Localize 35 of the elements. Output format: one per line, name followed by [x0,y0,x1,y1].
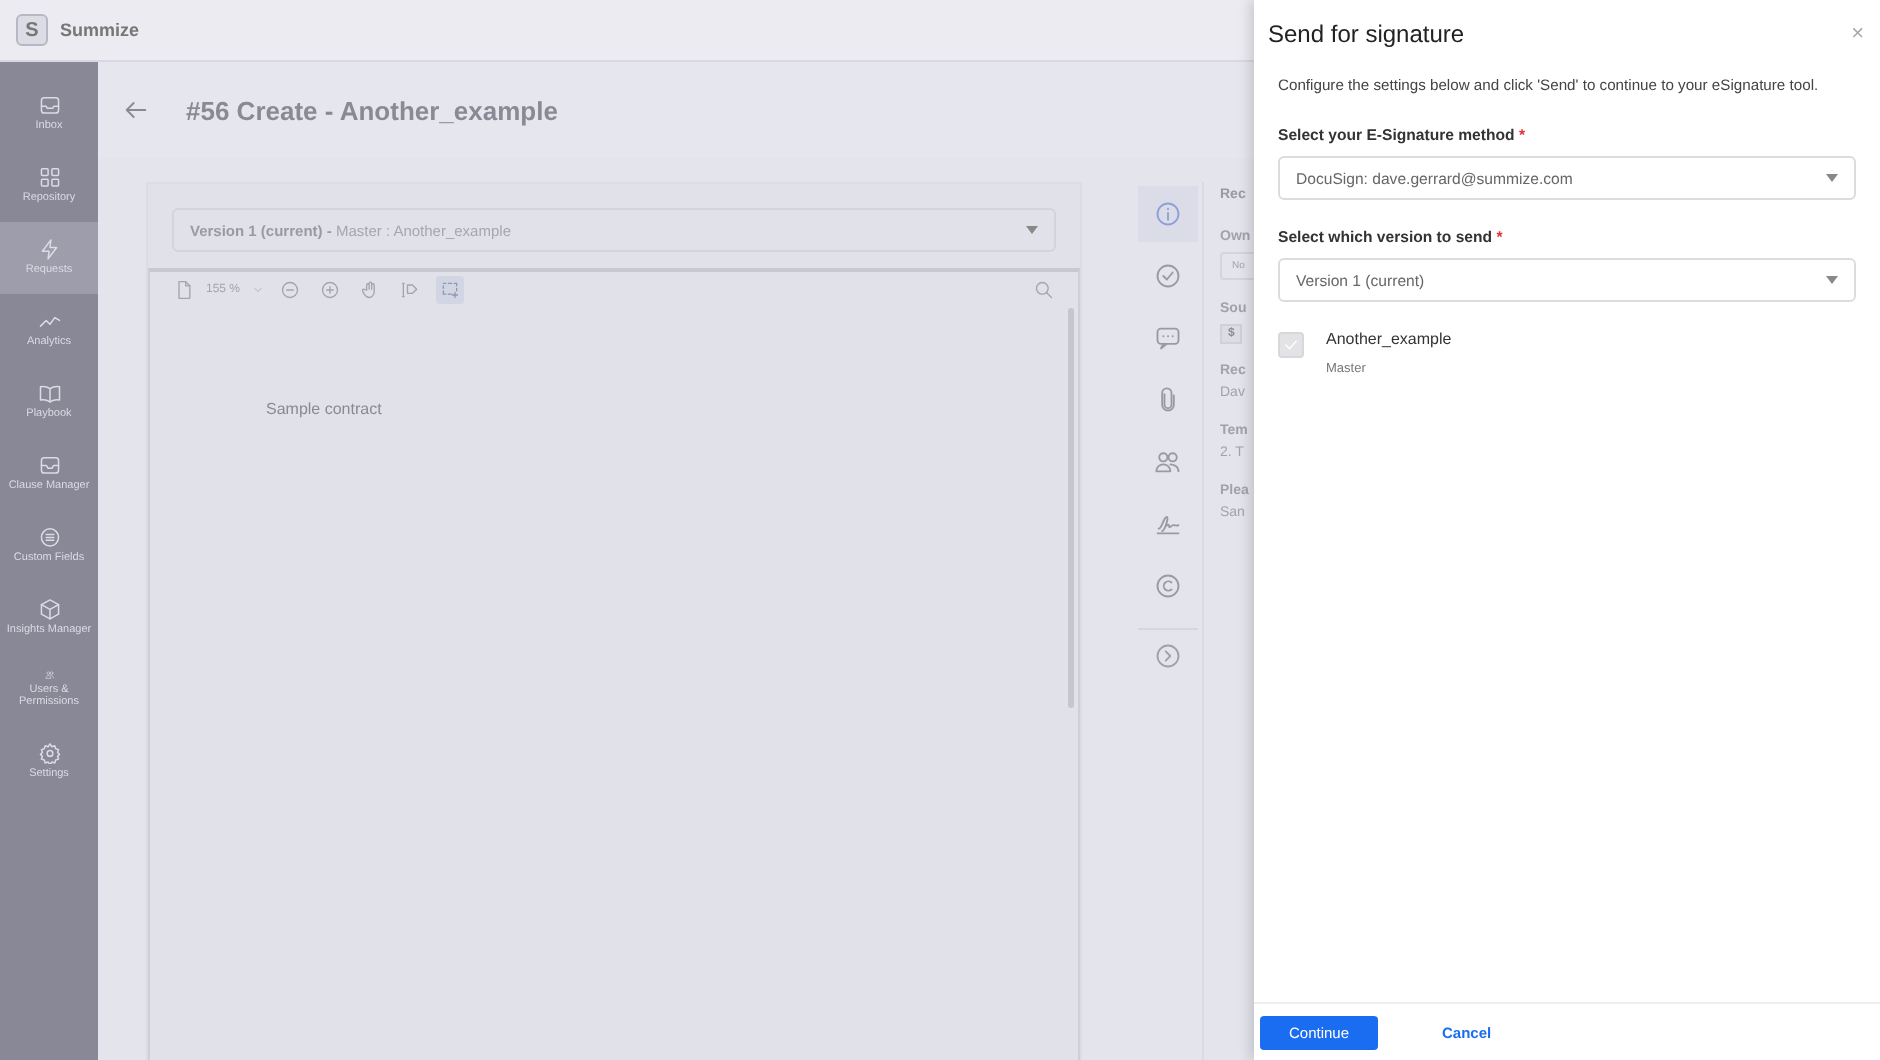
inbox-icon [37,94,61,117]
marquee-select-tool[interactable] [436,276,465,304]
back-arrow-icon [122,96,150,124]
grid-icon [37,166,61,189]
file-icon [174,280,194,300]
document-name: Another_example [1326,330,1452,348]
check-circle-icon [1154,261,1182,289]
copyright-icon [1154,571,1182,599]
cube-icon [37,598,61,621]
marquee-select-icon [440,280,461,300]
chevron-down-icon [252,284,265,296]
book-icon [37,382,61,405]
info-icon [1154,199,1182,227]
checkmark-icon [1282,336,1300,354]
tray-icon [37,454,61,477]
info-tab[interactable] [1138,185,1198,241]
hand-icon [360,280,381,300]
caret-icon [1826,276,1838,284]
search-icon [1034,280,1054,300]
zoom-in-icon [320,280,341,300]
app-name: Summize [60,20,140,40]
close-button[interactable]: × [1851,20,1864,48]
chat-icon [1154,323,1182,351]
dialog-title: Send for signature [1268,20,1465,48]
caret-icon [1026,226,1038,234]
text-select-icon [400,280,421,300]
zoom-out-icon [280,280,301,300]
list-circle-icon [37,526,61,549]
page-title: #56 Create - Another_example [186,95,558,125]
app-logo: S [16,14,48,46]
document-text: Sample contract [266,400,382,422]
settings-icon [37,742,61,765]
caret-icon [1826,174,1838,182]
chevron-circle-icon [1154,642,1182,670]
lightning-icon [37,238,61,261]
